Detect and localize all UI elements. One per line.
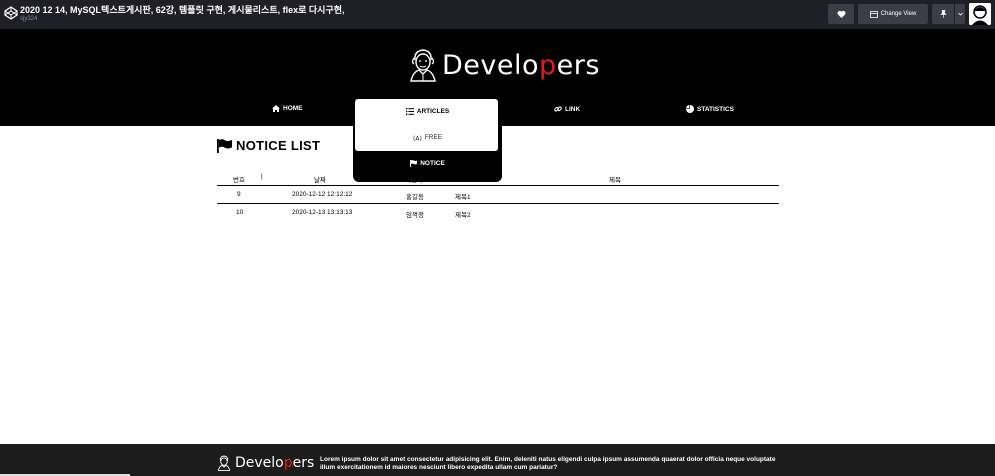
avatar-icon [969, 3, 991, 25]
row-subject[interactable]: 제목1 [455, 191, 471, 201]
codepen-logo-icon[interactable] [4, 6, 18, 20]
pin-dropdown-button[interactable] [955, 4, 965, 24]
row-subject[interactable]: 제목2 [455, 209, 471, 219]
site-logo[interactable]: Developers [408, 47, 600, 83]
nav-home-label: HOME [283, 105, 303, 112]
brand-highlight: p [539, 49, 557, 81]
brand-part-1: Develo [442, 49, 540, 81]
column-divider: | [261, 173, 263, 180]
column-header-date: 날짜 [314, 177, 326, 184]
developer-portrait-icon [410, 49, 436, 82]
column-header-id: 번호 [233, 177, 245, 184]
pen-title: 2020 12 14, MySQL텍스트게시판, 62강, 템플릿 구현, 게시… [20, 5, 345, 15]
brand-part-2: ers [556, 49, 600, 81]
brand-part-2: ers [292, 455, 315, 471]
page-title: NOTICE LIST [217, 138, 320, 153]
row-date: 2020-12-13 13:13:13 [292, 209, 353, 216]
dropdown-item-free[interactable]: (A) FREE [353, 134, 502, 141]
nav-articles-label: ARTICLES [416, 108, 450, 115]
table-row[interactable]: 9 2020-12-12 12:12:12 홍길동 제목1 [217, 187, 779, 203]
dropdown-free-label: FREE [424, 134, 443, 141]
nav-item-articles[interactable]: ARTICLES [353, 108, 502, 115]
list-icon [405, 108, 414, 115]
site-brand-name: Developers [442, 50, 600, 81]
table-header-divider [217, 185, 779, 186]
table-header-row: 번호 | 날짜 작성자 제목 [217, 170, 779, 186]
footer-logo[interactable]: Developers [217, 455, 314, 471]
love-button[interactable] [828, 4, 854, 24]
heart-icon [837, 10, 845, 18]
nav-item-home[interactable]: HOME [272, 105, 303, 112]
row-author: 홍길동 [406, 194, 424, 201]
row-divider [217, 203, 779, 204]
nav-statistics-label: STATISTICS [697, 105, 734, 113]
brand-highlight: p [283, 455, 293, 471]
dropdown-notice-label: NOTICE [420, 160, 445, 167]
dropdown-item-notice[interactable]: NOTICE [353, 160, 502, 167]
link-icon [554, 106, 562, 112]
svg-text:(A): (A) [413, 135, 422, 141]
user-avatar[interactable] [969, 3, 991, 25]
row-id: 10 [236, 209, 244, 216]
change-view-label: Change View [880, 11, 917, 17]
footer-brand-name: Developers [235, 455, 314, 471]
nav-item-link[interactable]: LINK [554, 105, 580, 113]
flag-icon [410, 160, 418, 167]
layout-icon [869, 10, 878, 18]
codepen-top-bar: 2020 12 14, MySQL텍스트게시판, 62강, 템플릿 구현, 게시… [0, 0, 995, 29]
flag-icon [217, 138, 232, 153]
footer-description: Lorem ipsum dolor sit amet consectetur a… [320, 456, 776, 471]
brand-part-1: Develo [235, 455, 284, 471]
font-icon: (A) [413, 135, 422, 141]
row-id: 9 [237, 191, 241, 198]
pie-chart-icon [686, 105, 694, 113]
row-date: 2020-12-12 12:12:12 [292, 191, 353, 198]
pin-button[interactable] [932, 4, 954, 24]
change-view-button[interactable]: Change View [858, 4, 928, 24]
developer-portrait-icon [217, 455, 231, 471]
chevron-down-icon [957, 12, 963, 16]
nav-link-label: LINK [565, 105, 581, 113]
row-author: 임꺽정 [406, 212, 424, 219]
pin-icon [939, 10, 947, 18]
pen-author[interactable]: sjy324 [20, 16, 37, 22]
site-footer: Developers Lorem ipsum dolor sit amet co… [0, 444, 995, 476]
column-header-author: 작성자 [405, 177, 423, 184]
nav-item-statistics[interactable]: STATISTICS [686, 105, 734, 113]
table-row[interactable]: 10 2020-12-13 13:13:13 임꺽정 제목2 [217, 205, 779, 221]
page-title-text: NOTICE LIST [236, 138, 321, 153]
dropdown-highlight-panel [355, 99, 498, 151]
home-icon [272, 105, 280, 112]
column-header-subject: 제목 [609, 177, 621, 184]
